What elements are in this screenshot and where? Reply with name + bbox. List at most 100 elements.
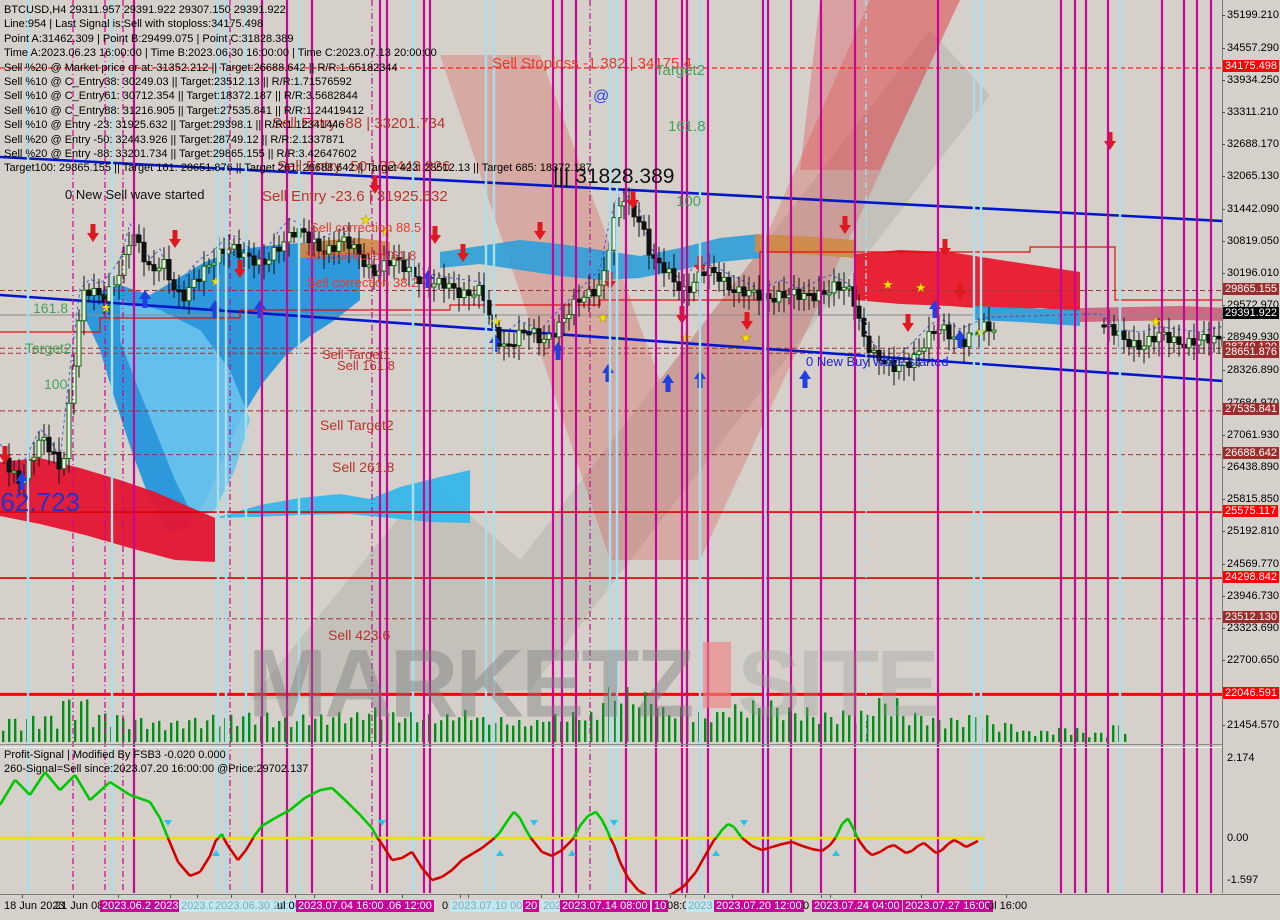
axis-tick-mark [1222, 241, 1225, 242]
star-icon: ★ [882, 277, 894, 292]
axis-tick-mark [1222, 499, 1225, 500]
cross-marker-icon [496, 850, 504, 856]
info-line: Sell %20 @ Entry -88: 33201.734 || Targe… [4, 147, 592, 161]
time-label: .06 12:00 [384, 900, 434, 912]
axis-tick-mark [1222, 15, 1225, 16]
chart-annotation: Sell 161.8 [337, 358, 395, 373]
time-label: 2023.07.10 00 [450, 900, 524, 912]
trading-chart-window: ★★★★★★★★★★★★★★ MARKETZ SITE BTCUSD,H4 29… [0, 0, 1280, 920]
time-tick-mark [1006, 895, 1007, 898]
price-tick-label: 32065.130 [1227, 170, 1279, 182]
chart-annotation: 262.723 [0, 487, 80, 518]
time-label: 2023.07.20 12:00 [714, 900, 804, 912]
cross-marker-icon [568, 850, 576, 856]
chart-annotation: 0 New Buy Wave started [806, 354, 949, 369]
time-tick-mark [921, 895, 922, 898]
time-tick-mark [821, 895, 822, 898]
axis-tick-mark [1222, 467, 1225, 468]
axis-tick-mark [1222, 144, 1225, 145]
info-line: BTCUSD,H4 29311.957 29391.922 29307.150 … [4, 3, 592, 17]
chart-annotation: 161.8 [668, 118, 706, 135]
time-label: 0 [442, 900, 448, 912]
axis-tick-mark [1222, 370, 1225, 371]
time-tick-mark [559, 895, 560, 898]
chart-annotation: Sell correction 88.5 [310, 220, 421, 235]
price-axis[interactable]: 35199.21034557.29033934.25033311.2103268… [1222, 0, 1280, 893]
star-icon: ★ [597, 310, 609, 325]
price-tick-label: 30196.010 [1227, 267, 1279, 279]
chart-annotation: Sell 423.6 [328, 627, 390, 643]
info-line: Sell %10 @ C_Entry61: 30712.354 || Targe… [4, 89, 592, 103]
time-label: 2023.07.27 16:00 [903, 900, 993, 912]
chart-annotation: Sell correction 38.2 [307, 275, 418, 290]
panel-separator[interactable] [0, 744, 1280, 748]
time-tick-mark [314, 895, 315, 898]
sub-indicator-tick-label: 2.174 [1227, 752, 1255, 764]
info-line: Sell %10 @ Entry -23: 31925.632 || Targe… [4, 118, 592, 132]
star-icon: ★ [1150, 314, 1162, 329]
time-tick-mark [22, 895, 23, 898]
star-icon: ★ [740, 330, 752, 345]
price-tick-label: 28326.890 [1227, 364, 1279, 376]
price-tick-label: 31442.090 [1227, 203, 1279, 215]
indicator-signal-status: 260-Signal=Sell since:2023.07.20 16:00:0… [4, 762, 308, 776]
price-badge: 23512.130 [1223, 611, 1279, 623]
price-tick-label: 27061.930 [1227, 429, 1279, 441]
time-tick-mark [578, 895, 579, 898]
price-tick-label: 22700.650 [1227, 654, 1279, 666]
chart-annotation: @ [593, 88, 609, 106]
chart-annotation: Target2 [655, 62, 705, 79]
info-line: Point A:31462.309 | Point B:29499.075 | … [4, 32, 592, 46]
chart-annotation: Sell correction 61.8 [305, 248, 416, 263]
axis-tick-mark [1222, 660, 1225, 661]
time-tick-mark [73, 895, 74, 898]
price-tick-label: 33311.210 [1227, 106, 1278, 118]
indicator-header: Profit-Signal | Modified By FSB3 -0.020 … [4, 748, 308, 777]
time-axis[interactable]: 18 Jun 202321 Jun 08:002023.06.22023.020… [0, 894, 1280, 920]
watermark-text-left: MARKETZ [248, 629, 691, 740]
buy-arrow-icon [799, 370, 811, 388]
info-line: Sell %20 @ Entry -50: 32443.926 || Targe… [4, 133, 592, 147]
info-line: Time A:2023.06.23 16:00:00 | Time B:2023… [4, 46, 592, 60]
cross-marker-icon [164, 820, 172, 826]
time-tick-mark [295, 895, 296, 898]
axis-tick-mark [1222, 531, 1225, 532]
time-tick-mark [670, 895, 671, 898]
chart-annotation: 161.8 [33, 300, 68, 316]
price-badge: 24298.842 [1223, 571, 1279, 583]
time-label: 10 [652, 900, 668, 912]
sub-indicator [0, 772, 985, 898]
axis-tick-mark [1222, 273, 1225, 274]
watermark-red-bar-icon [703, 642, 731, 708]
sell-arrow-icon [1104, 132, 1116, 150]
axis-tick-mark [1222, 305, 1225, 306]
price-badge: 25575.117 [1223, 505, 1278, 517]
watermark-text-right: SITE [737, 630, 936, 739]
sell-arrow-icon [169, 230, 181, 248]
time-tick-mark [170, 895, 171, 898]
chart-annotation: Target2 [25, 340, 72, 356]
axis-tick-mark [1222, 176, 1225, 177]
info-line: Target100: 29865.155 || Target 161: 2865… [4, 161, 592, 175]
axis-tick-mark [1222, 209, 1225, 210]
cross-marker-icon [740, 820, 748, 826]
price-tick-label: 32688.170 [1227, 138, 1279, 150]
info-line: Sell %20 @ Market price or at: 31352.212… [4, 61, 592, 75]
sub-indicator-tick-label: -1.597 [1227, 874, 1258, 886]
time-label: ul 0 [277, 900, 295, 912]
axis-tick-mark [1222, 112, 1225, 113]
cross-marker-icon [712, 850, 720, 856]
time-label: 0 [803, 900, 809, 912]
price-tick-label: 21454.570 [1227, 719, 1279, 731]
price-tick-label: 24569.770 [1227, 558, 1279, 570]
cross-marker-icon [832, 850, 840, 856]
time-label: 2023.07.24 04:00 [812, 900, 902, 912]
info-line: Sell %10 @ C_Entry88: 31216.905 || Targe… [4, 104, 592, 118]
time-label: ul 16:00 [988, 900, 1027, 912]
info-line: Line:954 | Last Signal is:Sell with stop… [4, 17, 592, 31]
info-block: BTCUSD,H4 29311.957 29391.922 29307.150 … [4, 3, 592, 176]
time-tick-mark [732, 895, 733, 898]
chart-annotation: Sell 261.8 [332, 459, 394, 475]
time-tick-mark [704, 895, 705, 898]
axis-tick-mark [1222, 337, 1225, 338]
